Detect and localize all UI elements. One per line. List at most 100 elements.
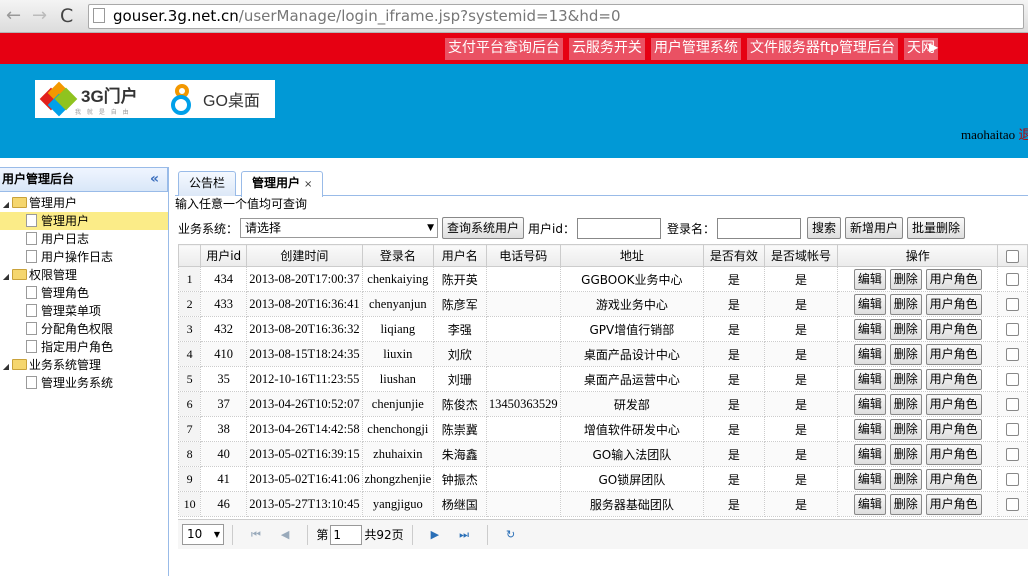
logout-link[interactable]: 退: [1018, 127, 1028, 142]
column-header[interactable]: 电话号码: [485, 244, 561, 267]
edit-button[interactable]: 编辑: [853, 293, 886, 315]
sidebar-item[interactable]: 管理菜单项: [0, 302, 168, 320]
sidebar-item[interactable]: 管理角色: [0, 284, 168, 302]
edit-button[interactable]: 编辑: [853, 393, 886, 415]
collapse-icon[interactable]: «: [150, 168, 159, 191]
sidebar-group[interactable]: ◢ 业务系统管理: [0, 356, 168, 374]
table-row[interactable]: 1 434 2013-08-20T17:00:37 chenkaiying 陈开英 GGB…: [177, 266, 1028, 292]
page-number-input[interactable]: 1: [330, 524, 363, 545]
first-page-icon[interactable]: ⏮: [251, 528, 261, 542]
delete-button[interactable]: 删除: [889, 493, 922, 515]
edit-button[interactable]: 编辑: [853, 268, 886, 290]
column-header[interactable]: 是否有效: [702, 244, 765, 267]
user-role-button[interactable]: 用户角色: [925, 268, 982, 290]
edit-button[interactable]: 编辑: [853, 318, 886, 340]
row-checkbox[interactable]: [1006, 298, 1020, 311]
user-role-button[interactable]: 用户角色: [925, 343, 982, 365]
search-button[interactable]: 搜索: [807, 217, 842, 239]
sidebar-group[interactable]: ◢ 管理用户: [0, 194, 168, 212]
column-header[interactable]: 是否域帐号: [763, 244, 839, 267]
table-row[interactable]: 5 35 2012-10-16T11:23:55 liushan 刘珊 桌面产品运营中心是…: [177, 366, 1028, 392]
delete-button[interactable]: 删除: [889, 443, 922, 465]
delete-button[interactable]: 删除: [889, 268, 922, 290]
page-size-select[interactable]: 10 ▼: [182, 524, 224, 545]
sidebar-item[interactable]: 管理用户: [0, 212, 168, 230]
close-icon[interactable]: ×: [304, 179, 312, 190]
delete-button[interactable]: 删除: [889, 418, 922, 440]
prev-page-icon[interactable]: ◀: [281, 528, 289, 541]
user-role-button[interactable]: 用户角色: [925, 468, 982, 490]
column-header[interactable]: 用户id: [200, 244, 248, 267]
address-bar[interactable]: gouser.3g.net.cn/userManage/login_iframe…: [88, 4, 1024, 29]
user-role-button[interactable]: 用户角色: [925, 368, 982, 390]
last-page-icon[interactable]: ⏭: [459, 528, 469, 542]
sidebar-group[interactable]: ◢ 权限管理: [0, 266, 168, 284]
delete-button[interactable]: 删除: [889, 468, 922, 490]
userid-input[interactable]: [576, 217, 661, 239]
refresh-icon[interactable]: ↻: [506, 528, 515, 541]
sidebar-item[interactable]: 管理业务系统: [0, 374, 168, 392]
table-row[interactable]: 4 410 2013-08-15T18:24:35 liuxin 刘欣 桌面产品设计中心是…: [177, 341, 1028, 367]
delete-button[interactable]: 删除: [889, 343, 922, 365]
tab-notice[interactable]: 公告栏: [178, 171, 237, 196]
edit-button[interactable]: 编辑: [853, 493, 886, 515]
row-checkbox[interactable]: [1006, 348, 1020, 361]
row-checkbox[interactable]: [1006, 498, 1020, 511]
user-role-button[interactable]: 用户角色: [925, 418, 982, 440]
add-user-button[interactable]: 新增用户: [845, 217, 904, 239]
row-checkbox[interactable]: [1006, 398, 1020, 411]
tab-manage-users[interactable]: 管理用户 ×: [241, 171, 324, 197]
login-name-input[interactable]: [717, 217, 801, 239]
table-row[interactable]: 2 433 2013-08-20T16:36:41 chenyanjun 陈彦军 游戏业务…: [177, 291, 1028, 317]
top-nav-link[interactable]: 文件服务器ftp管理后台: [746, 38, 898, 60]
edit-button[interactable]: 编辑: [853, 468, 886, 490]
user-role-button[interactable]: 用户角色: [925, 318, 982, 340]
query-system-users-button[interactable]: 查询系统用户: [442, 217, 525, 239]
column-header[interactable]: 用户名: [432, 244, 487, 267]
column-header[interactable]: 创建时间: [246, 244, 363, 267]
sidebar-item[interactable]: 用户操作日志: [0, 248, 168, 266]
top-nav-link[interactable]: 云服务开关: [568, 38, 645, 60]
edit-button[interactable]: 编辑: [853, 343, 886, 365]
delete-button[interactable]: 删除: [889, 393, 922, 415]
reload-icon[interactable]: C: [60, 6, 73, 26]
sidebar-item[interactable]: 指定用户角色: [0, 338, 168, 356]
user-role-button[interactable]: 用户角色: [925, 293, 982, 315]
edit-button[interactable]: 编辑: [853, 443, 886, 465]
delete-button[interactable]: 删除: [889, 368, 922, 390]
column-header[interactable]: 登录名: [361, 244, 434, 267]
row-checkbox[interactable]: [1006, 323, 1020, 336]
forward-arrow-icon[interactable]: →: [32, 6, 47, 26]
table-row[interactable]: 7 38 2013-04-26T14:42:58 chenchongji 陈崇冀 增值软件…: [177, 416, 1028, 442]
edit-button[interactable]: 编辑: [853, 368, 886, 390]
user-role-button[interactable]: 用户角色: [925, 493, 982, 515]
column-header[interactable]: 地址: [559, 244, 704, 267]
phone-cell: 13450363529: [485, 391, 561, 417]
table-row[interactable]: 8 40 2013-05-02T16:39:15 zhuhaixin 朱海鑫 GO输入法团…: [177, 441, 1028, 467]
row-checkbox[interactable]: [1006, 373, 1020, 386]
batch-delete-button[interactable]: 批量删除: [907, 217, 966, 239]
column-header[interactable]: 操作: [836, 244, 999, 267]
delete-button[interactable]: 删除: [889, 318, 922, 340]
row-checkbox[interactable]: [1006, 423, 1020, 436]
table-row[interactable]: 6 37 2013-04-26T10:52:07 chenjunjie 陈俊杰 13450…: [177, 391, 1028, 417]
row-checkbox[interactable]: [1006, 273, 1020, 286]
table-row[interactable]: 9 41 2013-05-02T16:41:06 zhongzhenjie 钟振杰 GO锁…: [177, 466, 1028, 492]
more-arrow-icon[interactable]: ▶: [929, 40, 938, 54]
table-row[interactable]: 10 46 2013-05-27T13:10:45 yangjiguo 杨继国 服务器基础…: [177, 491, 1028, 517]
user-role-button[interactable]: 用户角色: [925, 443, 982, 465]
select-all-checkbox[interactable]: [1006, 249, 1020, 263]
sidebar-item[interactable]: 用户日志: [0, 230, 168, 248]
sidebar-item[interactable]: 分配角色权限: [0, 320, 168, 338]
system-select[interactable]: 请选择 ▼: [240, 218, 439, 238]
top-nav-link[interactable]: 支付平台查询后台: [444, 38, 563, 60]
back-arrow-icon[interactable]: ←: [6, 6, 21, 26]
table-row[interactable]: 3 432 2013-08-20T16:36:32 liqiang 李强 GPV增值行销部…: [177, 316, 1028, 342]
row-checkbox[interactable]: [1006, 448, 1020, 461]
edit-button[interactable]: 编辑: [853, 418, 886, 440]
user-role-button[interactable]: 用户角色: [925, 393, 982, 415]
next-page-icon[interactable]: ▶: [431, 528, 439, 541]
top-nav-link[interactable]: 用户管理系统: [650, 38, 741, 60]
row-checkbox[interactable]: [1006, 473, 1020, 486]
delete-button[interactable]: 删除: [889, 293, 922, 315]
